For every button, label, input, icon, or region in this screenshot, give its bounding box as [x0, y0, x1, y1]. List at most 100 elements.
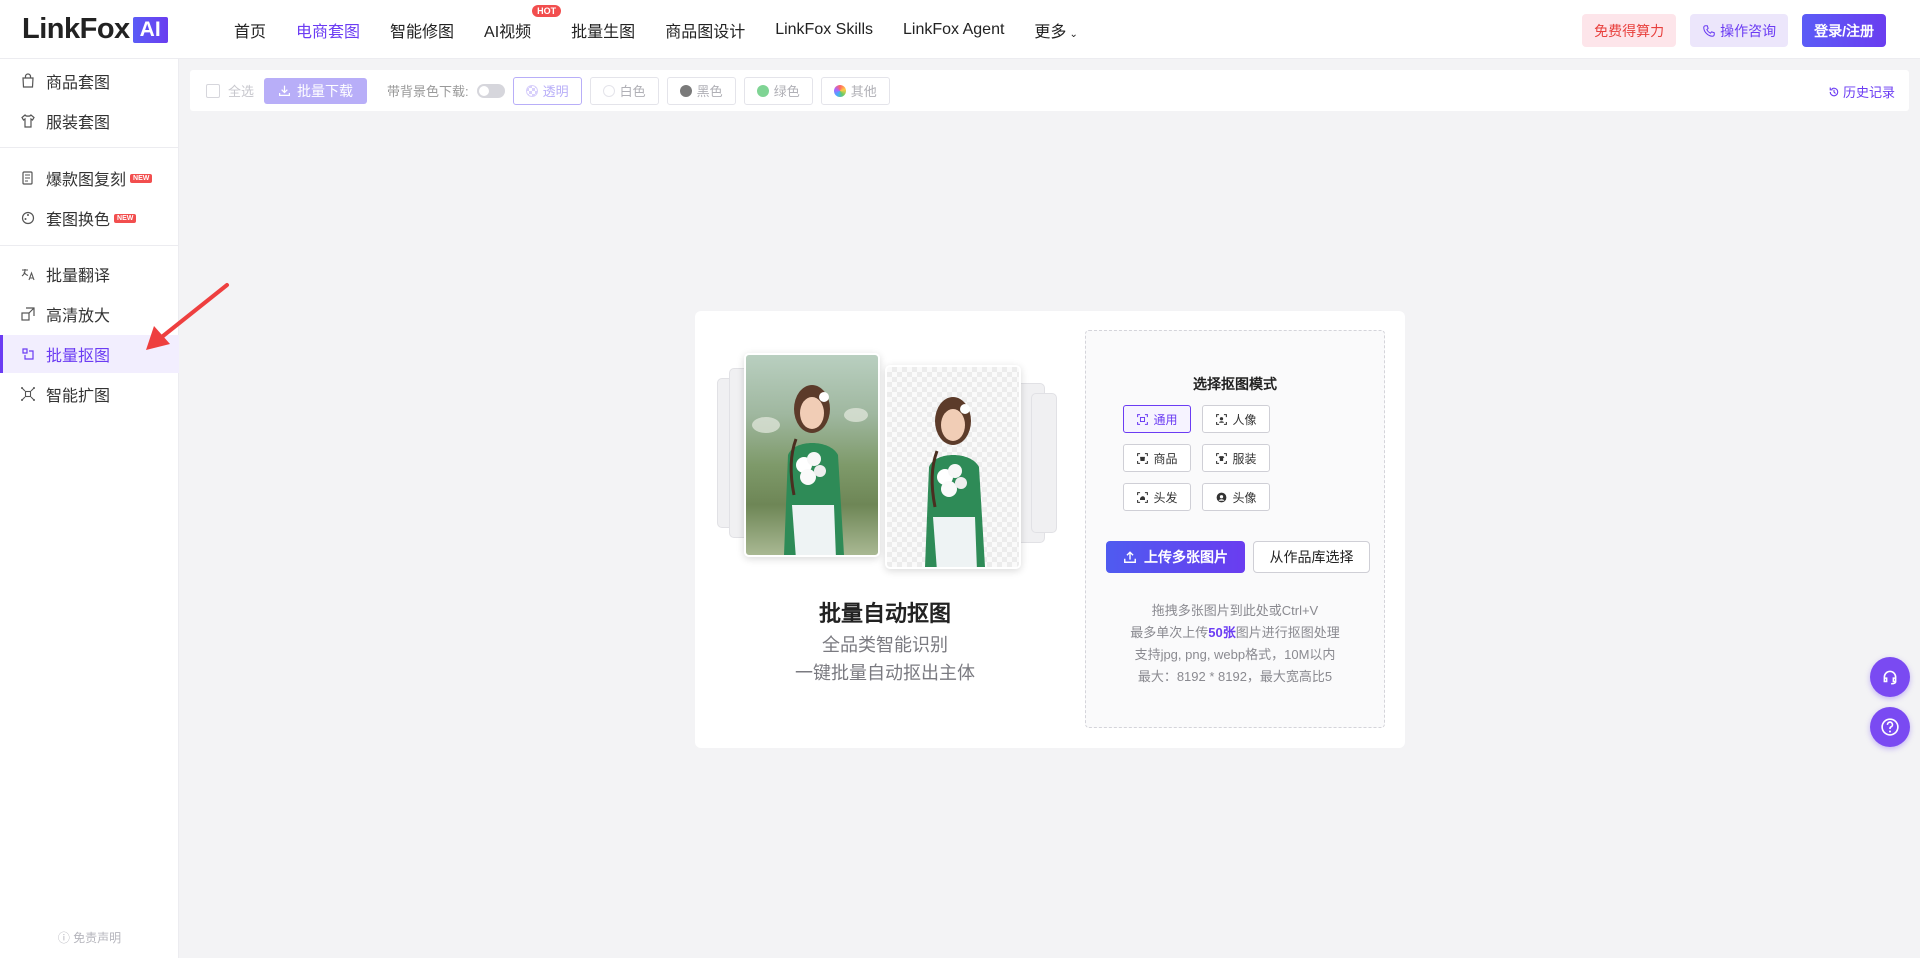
upload-limit-hint: 最多单次上传50张图片进行抠图处理 [1086, 622, 1384, 641]
info-icon: ⓘ [57, 931, 74, 945]
black-swatch [679, 84, 692, 97]
login-register-button[interactable]: 登录/注册 [1802, 14, 1886, 47]
nav-more[interactable]: 更多 ⌄ [1034, 18, 1077, 42]
apparel-mode-icon [1216, 452, 1228, 464]
hint-text: 图片进行抠图处理 [1235, 625, 1340, 640]
cutout-toolbar: 全选 批量下载 带背景色下载: 透明 白色 黑色 绿色 其他 历史记录 [190, 70, 1909, 111]
original-photo [744, 353, 880, 557]
nav-linkfox-skills[interactable]: LinkFox Skills [775, 21, 873, 39]
mode-label: 头像 [1232, 490, 1257, 505]
upload-images-button[interactable]: 上传多张图片 [1106, 541, 1245, 573]
phone-icon [1703, 24, 1715, 37]
sidebar-item-label: 智能扩图 [46, 388, 111, 405]
hot-badge: HOT [532, 4, 562, 17]
new-badge: NEW [130, 173, 153, 183]
nav-home[interactable]: 首页 [234, 18, 266, 42]
help-button[interactable] [1870, 707, 1910, 747]
consult-label: 操作咨询 [1720, 22, 1777, 39]
upload-drop-zone[interactable]: 选择抠图模式 通用 人像 商品 服装 头发 头像 上传多张图片 从作品库选择 拖… [1085, 330, 1385, 728]
nav-label: 电商套图 [296, 23, 361, 41]
download-icon [279, 85, 290, 96]
shirt-icon [21, 113, 35, 128]
nav-label: AI视频 [484, 23, 532, 41]
upload-button-label: 上传多张图片 [1144, 549, 1228, 565]
mode-apparel-button[interactable]: 服装 [1202, 444, 1270, 472]
mode-portrait-button[interactable]: 人像 [1202, 405, 1270, 433]
white-swatch [602, 84, 615, 97]
mode-hair-button[interactable]: 头发 [1123, 483, 1191, 511]
size-hint: 最大：8192 * 8192，最大宽高比5 [1137, 669, 1333, 684]
disclaimer-link[interactable]: ⓘ 免责声明 [0, 929, 179, 946]
card-subtitle: 一键批量自动抠出主体 [795, 663, 975, 683]
history-icon [1829, 87, 1839, 96]
general-mode-icon [1137, 413, 1149, 425]
free-credits-button[interactable]: 免费得算力 [1582, 14, 1677, 47]
bg-option-label: 其他 [850, 84, 877, 99]
headset-icon [1883, 670, 1897, 685]
select-all-checkbox[interactable] [206, 83, 220, 98]
bg-option-white[interactable]: 白色 [589, 76, 659, 105]
bg-option-label: 黑色 [696, 84, 723, 99]
mode-label: 商品 [1153, 451, 1178, 466]
history-label: 历史记录 [1842, 85, 1895, 100]
bg-option-transparent[interactable]: 透明 [512, 76, 582, 105]
logo-text: LinkFox [22, 13, 130, 45]
cutout-icon [22, 348, 34, 360]
linkfox-logo[interactable]: LinkFox AI [22, 13, 168, 46]
disclaimer-label: 免责声明 [73, 931, 122, 945]
sidebar-item-recolor[interactable]: 套图换色 NEW [0, 199, 179, 237]
new-badge: NEW [114, 213, 137, 223]
mode-title: 选择抠图模式 [1193, 376, 1277, 392]
mode-general-button[interactable]: 通用 [1123, 405, 1191, 433]
sidebar-item-label: 服装套图 [46, 115, 111, 132]
consult-button[interactable]: 操作咨询 [1690, 14, 1789, 47]
sidebar-item-hit-replica[interactable]: 爆款图复刻 NEW [0, 159, 179, 197]
bg-option-black[interactable]: 黑色 [666, 76, 736, 105]
bg-download-label: 带背景色下载: [387, 84, 469, 99]
bg-option-other[interactable]: 其他 [820, 76, 890, 105]
mode-avatar-button[interactable]: 头像 [1202, 483, 1270, 511]
card-title: 批量自动抠图 [818, 601, 951, 626]
sidebar-divider [0, 147, 179, 148]
nav-ai-video[interactable]: AI视频 HOT [484, 4, 562, 42]
format-hint: 支持jpg, png, webp格式，10M以内 [1134, 647, 1336, 662]
select-from-gallery-button[interactable]: 从作品库选择 [1253, 541, 1370, 573]
customer-service-button[interactable] [1870, 657, 1910, 697]
sidebar-item-label: 批量抠图 [46, 348, 111, 365]
palette-icon [21, 211, 35, 225]
enlarge-icon [21, 307, 35, 321]
sidebar-item-product-set[interactable]: 商品套图 [0, 62, 179, 100]
nav-smart-retouch[interactable]: 智能修图 [390, 18, 454, 42]
select-all-label: 全选 [228, 84, 255, 99]
history-link[interactable]: 历史记录 [1828, 82, 1895, 101]
mode-label: 服装 [1232, 451, 1257, 466]
question-icon [1881, 718, 1899, 736]
batch-download-button[interactable]: 批量下载 [264, 77, 368, 104]
nav-product-design[interactable]: 商品图设计 [665, 18, 745, 42]
bg-download-toggle[interactable] [476, 83, 505, 98]
sidebar-item-apparel-set[interactable]: 服装套图 [0, 102, 179, 140]
sidebar-item-label: 批量翻译 [46, 268, 111, 285]
hair-mode-icon [1137, 491, 1149, 503]
nav-label: LinkFox Agent [903, 20, 1005, 38]
sidebar-item-smart-expand[interactable]: 智能扩图 [0, 375, 179, 413]
batch-cutout-card: 批量自动抠图 全品类智能识别 一键批量自动抠出主体 选择抠图模式 通用 人像 商… [695, 311, 1405, 748]
sidebar-item-label: 高清放大 [46, 308, 111, 325]
upload-icon [1124, 551, 1136, 563]
bg-option-green[interactable]: 绿色 [743, 76, 813, 105]
nav-ecommerce-set[interactable]: 电商套图 [296, 18, 360, 42]
nav-label: 商品图设计 [665, 23, 746, 41]
upload-hint: 拖拽多张图片到此处或Ctrl+V [1151, 603, 1319, 618]
bg-option-label: 透明 [542, 84, 569, 99]
nav-linkfox-agent[interactable]: LinkFox Agent [903, 21, 1004, 39]
mode-product-button[interactable]: 商品 [1123, 444, 1191, 472]
hint-text: 最多单次上传 [1130, 625, 1209, 640]
sidebar-item-label: 商品套图 [46, 75, 111, 92]
nav-batch-generate[interactable]: 批量生图 [571, 18, 635, 42]
annotation-arrow [146, 283, 229, 350]
portrait-mode-icon [1216, 413, 1228, 425]
mode-label: 头发 [1153, 490, 1178, 505]
cutout-illustration [713, 353, 1057, 569]
chevron-down-icon: ⌄ [1069, 28, 1078, 40]
woman-cutout-image [925, 397, 985, 567]
